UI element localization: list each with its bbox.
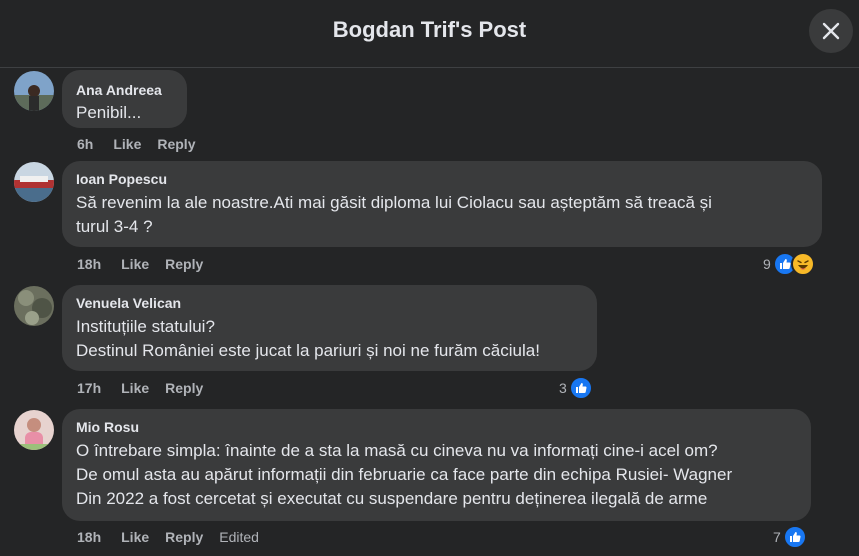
like-button[interactable]: Like — [121, 529, 149, 545]
reply-button[interactable]: Reply — [165, 529, 203, 545]
comment-timestamp[interactable]: 18h — [77, 256, 101, 272]
close-icon — [822, 22, 840, 40]
haha-icon — [790, 252, 815, 276]
reply-button[interactable]: Reply — [165, 256, 203, 272]
reply-button[interactable]: Reply — [165, 380, 203, 396]
post-dialog-header: Bogdan Trif's Post — [0, 0, 859, 68]
comment-timestamp[interactable]: 17h — [77, 380, 101, 396]
comment-author[interactable]: Ana Andreea — [76, 81, 173, 99]
reaction-count: 3 — [559, 380, 567, 396]
dialog-title: Bogdan Trif's Post — [332, 17, 527, 42]
reaction-count: 7 — [773, 529, 781, 545]
comment-text: Instituțiile statului? Destinul României… — [76, 317, 540, 360]
comment-author[interactable]: Mio Rosu — [76, 418, 797, 436]
comment-bubble: Ana Andreea Penibil... — [62, 70, 187, 128]
comment-text: Penibil... — [76, 103, 142, 122]
avatar[interactable] — [14, 71, 54, 111]
reaction-summary[interactable]: 9 — [763, 252, 815, 276]
avatar[interactable] — [14, 162, 54, 202]
like-icon — [568, 376, 593, 400]
like-button[interactable]: Like — [113, 136, 141, 152]
comment-bubble: Venuela Velican Instituțiile statului? D… — [62, 285, 597, 371]
reaction-count: 9 — [763, 256, 771, 272]
comment-bubble: Mio Rosu O întrebare simpla: înainte de … — [62, 409, 811, 521]
close-button[interactable] — [809, 9, 853, 53]
comment-bubble: Ioan Popescu Să revenim la ale noastre.A… — [62, 161, 822, 247]
reply-button[interactable]: Reply — [157, 136, 195, 152]
like-icon — [782, 525, 807, 549]
comment-author[interactable]: Venuela Velican — [76, 294, 583, 312]
avatar[interactable] — [14, 410, 54, 450]
reaction-summary[interactable]: 3 — [559, 376, 593, 400]
comment-timestamp[interactable]: 18h — [77, 529, 101, 545]
avatar[interactable] — [14, 286, 54, 326]
edited-label[interactable]: Edited — [219, 529, 259, 545]
comment-text: Să revenim la ale noastre.Ati mai găsit … — [76, 193, 712, 236]
comment-text: O întrebare simpla: înainte de a sta la … — [76, 441, 733, 508]
reaction-summary[interactable]: 7 — [773, 525, 807, 549]
comment-author[interactable]: Ioan Popescu — [76, 170, 808, 188]
like-button[interactable]: Like — [121, 380, 149, 396]
comment-timestamp[interactable]: 6h — [77, 136, 93, 152]
like-button[interactable]: Like — [121, 256, 149, 272]
